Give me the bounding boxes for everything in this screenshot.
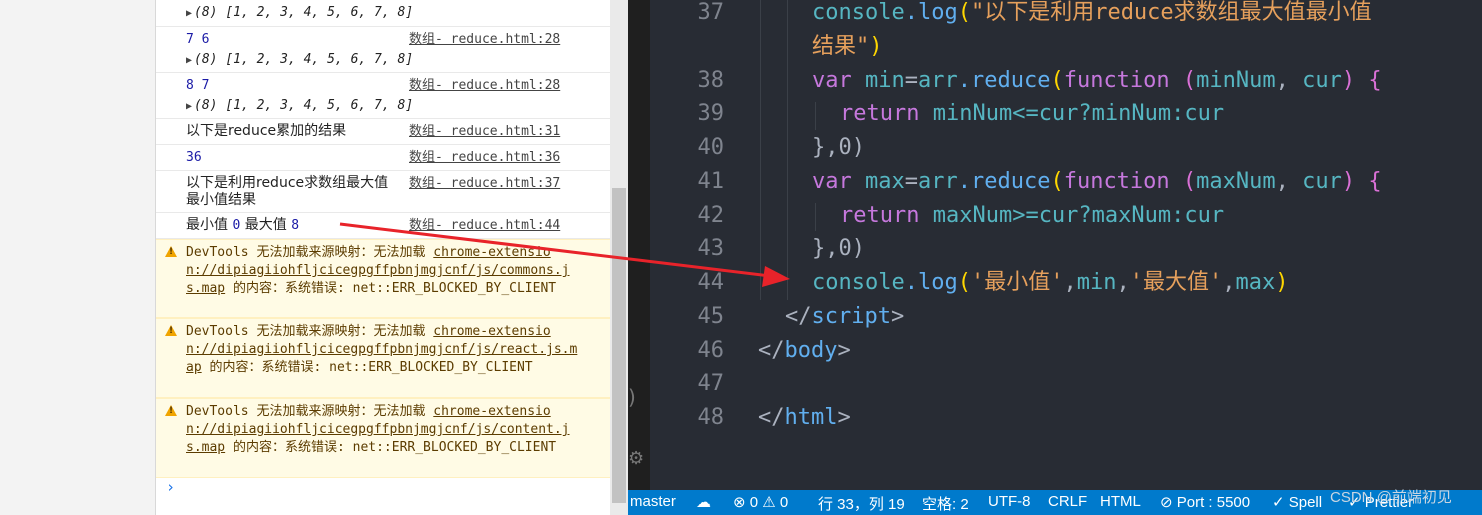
sync-icon[interactable]: ☁ — [696, 493, 711, 511]
problems-indicator[interactable]: ⊗ 0 ⚠ 0 — [733, 493, 788, 511]
line-number: 41 — [697, 169, 725, 194]
line-number: 38 — [697, 68, 725, 93]
scrollbar-thumb[interactable] — [612, 188, 626, 503]
devtools-console: ▶ (8) [1, 2, 3, 4, 5, 6, 7, 8] 7 6 数组- re… — [155, 0, 611, 515]
code-line: var max=arr.reduce(function (maxNum, cur… — [812, 169, 1382, 194]
line-number: 37 — [697, 0, 725, 25]
code-line: return minNum<=cur?minNum:cur — [840, 101, 1225, 126]
indent-guide — [815, 203, 816, 231]
indentation[interactable]: 空格: 2 — [922, 493, 969, 514]
console-row: 7 6 数组- reduce.html:28 ▶ (8) [1, 2, 3, 4,… — [156, 27, 611, 73]
code-line: return maxNum>=cur?maxNum:cur — [840, 203, 1225, 228]
indent-guide — [787, 0, 788, 300]
code-line: </script> — [785, 304, 905, 329]
indent-guide — [760, 0, 761, 300]
expand-triangle-icon[interactable]: ▶ — [186, 101, 192, 112]
array-preview[interactable]: ▶ (8) [1, 2, 3, 4, 5, 6, 7, 8] — [186, 97, 413, 115]
live-server-port[interactable]: ⊘ Port : 5500 — [1160, 493, 1250, 511]
console-scrollbar[interactable] — [610, 0, 628, 515]
expand-triangle-icon[interactable]: ▶ — [186, 8, 192, 19]
log-message: 36 — [186, 150, 202, 165]
line-number: 39 — [697, 101, 725, 126]
left-blank-area — [0, 0, 155, 515]
console-row: 以下是reduce累加的结果 数组- reduce.html:31 — [156, 119, 611, 145]
watermark: CSDN @前端初见 — [1330, 489, 1452, 506]
source-link[interactable]: 数组- reduce.html:44 — [409, 217, 560, 234]
code-line: </body> — [758, 338, 851, 363]
partial-icon: ) — [628, 385, 636, 409]
max-value: 8 — [291, 218, 300, 233]
console-prompt-icon[interactable]: › — [166, 478, 175, 496]
console-row: ▶ (8) [1, 2, 3, 4, 5, 6, 7, 8] — [156, 0, 611, 27]
source-link[interactable]: 数组- reduce.html:36 — [409, 149, 560, 166]
spell-check[interactable]: ✓ Spell — [1272, 493, 1322, 511]
code-line: 结果") — [812, 34, 883, 59]
warning-message: DevTools 无法加载来源映射：无法加载 chrome-extension:… — [156, 239, 611, 318]
min-value: 0 — [232, 218, 241, 233]
warning-icon — [165, 325, 177, 336]
code-line: </html> — [758, 405, 851, 430]
line-number: 46 — [697, 338, 725, 363]
indent-guide — [815, 102, 816, 130]
source-link[interactable]: 数组- reduce.html:37 — [409, 175, 560, 192]
code-line: },0) — [812, 135, 865, 160]
line-number: 42 — [697, 203, 725, 228]
line-number: 48 — [697, 405, 725, 430]
source-link[interactable]: 数组- reduce.html:28 — [409, 77, 560, 94]
git-branch[interactable]: master — [630, 493, 676, 510]
console-row: 8 7 数组- reduce.html:28 ▶ (8) [1, 2, 3, 4,… — [156, 73, 611, 119]
line-number: 40 — [697, 135, 725, 160]
source-link[interactable]: 数组- reduce.html:28 — [409, 31, 560, 48]
console-row: 以下是利用reduce求数组最大值最小值结果 数组- reduce.html:3… — [156, 171, 611, 213]
console-row: 最小值 0 最大值 8 数组- reduce.html:44 — [156, 213, 611, 239]
cursor-position[interactable]: 行 33，列 19 — [818, 493, 905, 514]
activity-strip: ) ⚙ — [628, 0, 650, 490]
line-number: 43 — [697, 236, 725, 261]
log-message: 8 7 — [186, 78, 210, 93]
encoding[interactable]: UTF-8 — [988, 493, 1031, 510]
log-message: 7 6 — [186, 32, 210, 47]
warning-icon — [165, 246, 177, 257]
line-number: 44 — [697, 270, 725, 295]
log-message: 以下是利用reduce求数组最大值最小值结果 — [186, 175, 389, 208]
end-of-line[interactable]: CRLF — [1048, 493, 1087, 510]
warning-icon — [165, 405, 177, 416]
array-preview[interactable]: ▶ (8) [1, 2, 3, 4, 5, 6, 7, 8] — [186, 51, 413, 69]
array-preview[interactable]: ▶ (8) [1, 2, 3, 4, 5, 6, 7, 8] — [186, 4, 413, 22]
code-editor[interactable]: 37 38 39 40 41 42 43 44 45 46 47 48 cons… — [650, 0, 1482, 490]
min-label: 最小值 — [186, 217, 228, 233]
warning-message: DevTools 无法加载来源映射：无法加载 chrome-extension:… — [156, 318, 611, 398]
log-message: 最小值 0 最大值 8 — [186, 217, 299, 234]
code-line: var min=arr.reduce(function (minNum, cur… — [812, 68, 1382, 93]
source-link[interactable]: 数组- reduce.html:31 — [409, 123, 560, 140]
code-line: console.log("以下是利用reduce求数组最大值最小值 — [812, 0, 1372, 25]
expand-triangle-icon[interactable]: ▶ — [186, 55, 192, 66]
code-line: },0) — [812, 236, 865, 261]
warning-message: DevTools 无法加载来源映射：无法加载 chrome-extension:… — [156, 398, 611, 478]
gear-icon[interactable]: ⚙ — [628, 448, 644, 469]
line-number: 45 — [697, 304, 725, 329]
language-mode[interactable]: HTML — [1100, 493, 1141, 510]
log-message: 以下是reduce累加的结果 — [186, 123, 347, 139]
line-number: 47 — [697, 371, 725, 396]
max-label: 最大值 — [244, 217, 287, 233]
code-line: console.log('最小值',min,'最大值',max) — [812, 270, 1289, 295]
console-row: 36 数组- reduce.html:36 — [156, 145, 611, 171]
